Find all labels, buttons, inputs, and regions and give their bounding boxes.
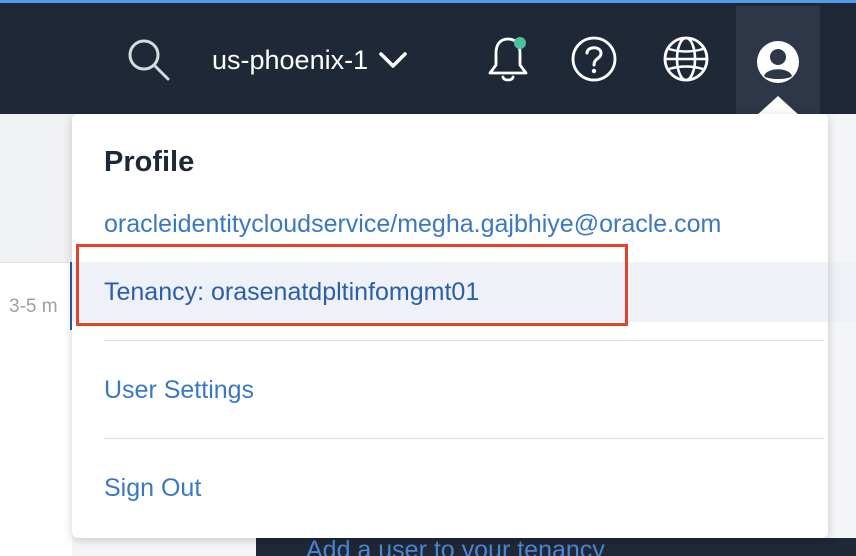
menu-divider (104, 438, 824, 439)
region-selector[interactable]: us-phoenix-1 (212, 39, 408, 81)
region-label: us-phoenix-1 (212, 44, 369, 75)
dropdown-caret (756, 96, 800, 116)
background-bottom-band: Add a user to your tenancy (256, 538, 856, 556)
add-user-link[interactable]: Add a user to your tenancy (306, 538, 605, 556)
background-selected-row (828, 262, 856, 322)
profile-user-link[interactable]: oracleidentitycloudservice/megha.gajbhiy… (104, 210, 721, 239)
profile-heading: Profile (104, 146, 195, 178)
user-settings-link[interactable]: User Settings (104, 376, 254, 405)
notification-dot (514, 37, 526, 49)
tenancy-label: Tenancy: orasenatdpltinfomgmt01 (104, 278, 480, 306)
menu-divider (104, 340, 824, 341)
background-right-edge (828, 114, 856, 556)
chevron-down-icon (378, 50, 408, 70)
profile-dropdown: Profile oracleidentitycloudservice/megha… (72, 114, 828, 538)
background-card-text: 3-5 m (9, 296, 58, 317)
sign-out-link[interactable]: Sign Out (104, 474, 201, 503)
top-navigation-bar: us-phoenix-1 (0, 0, 856, 117)
search-icon[interactable] (122, 33, 174, 85)
tenancy-menu-item[interactable]: Tenancy: orasenatdpltinfomgmt01 (72, 262, 828, 322)
user-avatar-icon (757, 40, 799, 83)
help-icon[interactable] (568, 33, 620, 85)
notifications-bell-icon[interactable] (482, 33, 534, 85)
globe-icon[interactable] (660, 33, 712, 85)
